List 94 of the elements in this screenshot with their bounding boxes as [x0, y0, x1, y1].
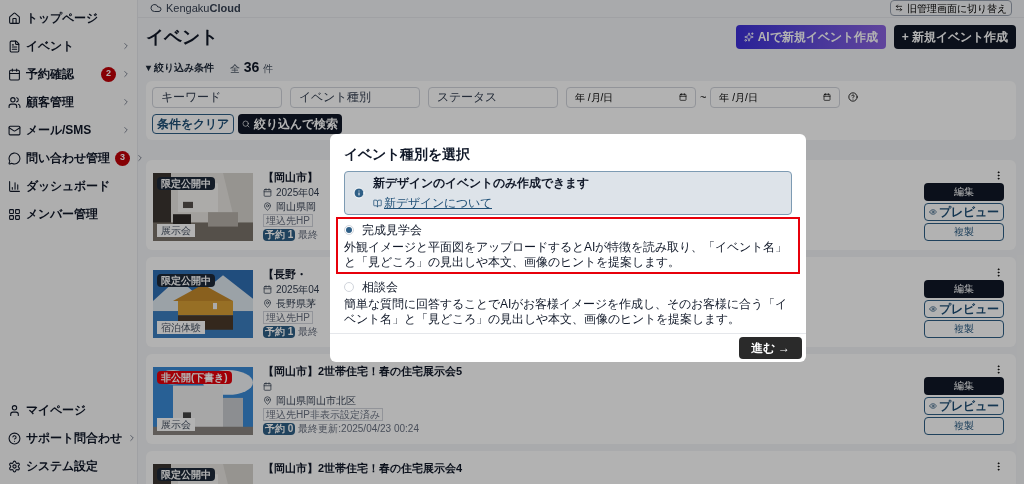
filter-field[interactable]: ステータス	[428, 86, 558, 108]
sidebar-item[interactable]: システム設定	[0, 452, 137, 480]
sidebar-item[interactable]: メール/SMS	[0, 116, 137, 144]
reservation-count[interactable]: 予約 1	[263, 228, 296, 241]
updated-time: 最終	[298, 325, 319, 338]
embed-tag: 埋込先HP非表示設定済み	[263, 407, 383, 421]
calendar-icon	[263, 382, 272, 391]
search-button[interactable]: 絞り込んで検索	[238, 113, 342, 134]
calendar-icon	[263, 188, 272, 197]
total-count: 36	[243, 57, 260, 77]
logo[interactable]: KengakuCloud	[166, 0, 241, 17]
nav-icon	[8, 95, 21, 109]
page-title: イベント	[146, 25, 218, 49]
nav-icon	[8, 459, 21, 473]
sidebar-item[interactable]: 問い合わせ管理 3	[0, 144, 137, 172]
duplicate-button[interactable]: 複製	[924, 319, 1004, 338]
type-option[interactable]: 完成見学会	[344, 221, 792, 239]
embed-tag: 埋込先HP	[263, 310, 313, 324]
switch-icon	[895, 4, 903, 13]
date-field[interactable]: 年 /月/日	[566, 86, 696, 108]
notice-link[interactable]: 新デザインについて	[373, 194, 589, 212]
option-description: 簡単な質問に回答することでAIがお客様イメージを作成し、そのお客様に合う「イベント名」と「見どころ」の見出しや本文、画像のヒントを提案します。	[344, 297, 789, 327]
book-icon	[373, 198, 382, 208]
option-description: 外観イメージと平面図をアップロードするとAIが特徴を読み取り、「イベント名」と「見どころ」の見出しや本文、画像のヒントを提案します。	[344, 240, 789, 270]
count-badge: 2	[101, 66, 116, 82]
create-button[interactable]: + 新規イベント作成	[893, 25, 1016, 49]
sidebar-item[interactable]: ダッシュボード	[0, 172, 137, 200]
sidebar-item[interactable]: マイページ	[0, 396, 137, 424]
preview-button[interactable]: プレビュー	[924, 396, 1004, 415]
preview-button[interactable]: プレビュー	[924, 299, 1004, 318]
count-badge: 3	[115, 150, 130, 166]
nav-icon	[8, 39, 21, 53]
filter-field[interactable]: イベント種別	[290, 86, 420, 108]
nav-icon	[8, 11, 21, 25]
reservation-count[interactable]: 予約 1	[263, 325, 296, 338]
duplicate-button[interactable]: 複製	[924, 416, 1004, 435]
radio-button[interactable]	[344, 225, 354, 235]
help-icon[interactable]	[848, 92, 859, 102]
eye-icon	[929, 401, 937, 410]
event-location: 長野県茅	[276, 297, 316, 310]
eye-icon	[929, 207, 937, 216]
clear-button[interactable]: 条件をクリア	[152, 113, 234, 134]
cloud-icon	[150, 2, 162, 15]
date-field[interactable]: 年 /月/日	[710, 86, 841, 108]
calendar-icon	[263, 285, 272, 294]
sidebar-item[interactable]: サポート問合わせ	[0, 424, 137, 452]
range-separator: ~	[700, 89, 707, 105]
nav-icon	[8, 67, 21, 81]
sparkle-icon	[743, 32, 754, 42]
filter-field[interactable]: キーワード	[152, 86, 282, 108]
edit-button[interactable]: 編集	[924, 279, 1004, 298]
event-location: 岡山県岡山市北区	[276, 394, 356, 407]
duplicate-button[interactable]: 複製	[924, 222, 1004, 241]
nav-icon	[8, 403, 21, 417]
search-icon	[242, 119, 250, 128]
event-location: 岡山県岡	[276, 200, 316, 213]
updated-time: 最終更新:2025/04/23 00:24	[298, 422, 419, 435]
type-option[interactable]: 相談会	[344, 278, 792, 296]
next-button[interactable]: 進む →	[738, 337, 802, 359]
sidebar-item[interactable]: トップページ	[0, 4, 137, 32]
sidebar-item[interactable]: メンバー管理	[0, 200, 137, 228]
switch-button[interactable]: 旧管理画面に切り替え	[890, 0, 1012, 17]
sidebar-item[interactable]: イベント	[0, 32, 137, 60]
nav-icon	[8, 179, 21, 193]
edit-button[interactable]: 編集	[924, 182, 1004, 201]
preview-button[interactable]: プレビュー	[924, 202, 1004, 221]
event-title[interactable]: 【岡山市】2世帯住宅！春の住宅展示会5	[263, 363, 914, 379]
radio-button[interactable]	[344, 282, 354, 292]
nav-icon	[8, 207, 21, 221]
pin-icon	[263, 299, 272, 308]
nav-icon	[8, 431, 21, 445]
info-icon	[353, 187, 365, 199]
edit-button[interactable]: 編集	[924, 376, 1004, 395]
ai-create-button[interactable]: AIで新規イベント作成	[735, 25, 886, 49]
calendar-icon	[823, 93, 832, 101]
eye-icon	[929, 304, 937, 313]
modal-title: イベント種別を選択	[344, 145, 471, 164]
filter-toggle[interactable]: ▾ 絞り込み条件	[146, 59, 214, 75]
total-suffix: 件	[263, 61, 274, 76]
sidebar-item[interactable]: 顧客管理	[0, 88, 137, 116]
event-date: 2025年04	[276, 283, 320, 296]
nav-icon	[8, 151, 21, 165]
event-title[interactable]: 【岡山市】2世帯住宅！春の住宅展示会4	[263, 460, 983, 476]
notice-text: 新デザインのイベントのみ作成できます	[373, 175, 589, 192]
embed-tag: 埋込先HP	[263, 213, 313, 227]
pin-icon	[263, 396, 272, 405]
pin-icon	[263, 202, 272, 211]
calendar-icon	[679, 93, 687, 101]
updated-time: 最終	[298, 228, 319, 241]
event-date: 2025年04	[276, 186, 320, 199]
nav-icon	[8, 123, 21, 137]
reservation-count[interactable]: 予約 0	[263, 422, 296, 435]
total-prefix: 全	[229, 61, 240, 76]
sidebar-item[interactable]: 予約確認 2	[0, 60, 137, 88]
